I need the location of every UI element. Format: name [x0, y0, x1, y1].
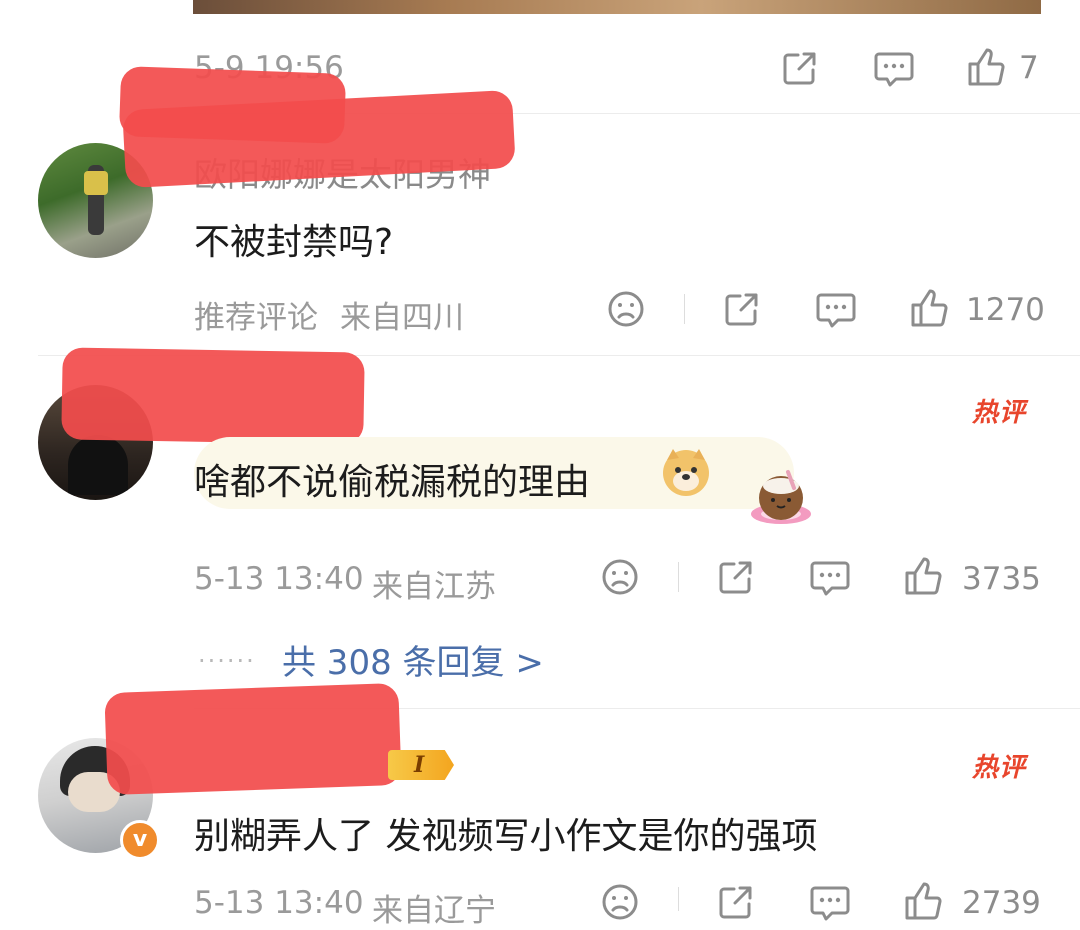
like-icon[interactable] [909, 287, 949, 329]
like-count: 3735 [962, 561, 1041, 597]
action-separator [684, 294, 685, 324]
comment-location: 来自辽宁 [372, 893, 496, 929]
share-icon[interactable] [780, 48, 820, 88]
like-count: 2739 [962, 885, 1041, 921]
share-icon[interactable] [722, 289, 762, 329]
comment-icon[interactable] [809, 882, 851, 922]
like-icon[interactable] [903, 555, 943, 597]
share-icon[interactable] [716, 557, 756, 597]
comment-text: 别糊弄人了 发视频写小作文是你的强项 [194, 816, 818, 857]
verified-v-icon: v [120, 820, 160, 860]
level-badge-icon: I [388, 750, 454, 780]
level-badge-label: I [414, 752, 425, 778]
comment-text: 啥都不说偷税漏税的理由 [194, 462, 591, 503]
post-image-strip[interactable] [193, 0, 1041, 14]
redaction-mark [118, 66, 347, 144]
like-count: 7 [1019, 50, 1039, 86]
comment-location: 来自江苏 [372, 569, 496, 605]
coconut-emoji-icon [748, 468, 814, 528]
comment-icon[interactable] [815, 289, 857, 329]
action-separator [678, 562, 679, 592]
comment-timestamp: 5-13 13:40 [194, 885, 364, 921]
action-separator [678, 887, 679, 911]
comment-icon[interactable] [809, 557, 851, 597]
hot-comment-label: 热评 [972, 398, 1027, 428]
comment-text: 不被封禁吗? [194, 222, 394, 263]
comment-tag: 推荐评论 [194, 300, 318, 336]
doge-emoji-icon [660, 446, 712, 498]
sad-face-icon[interactable] [600, 882, 640, 922]
hot-comment-label: 热评 [972, 753, 1027, 783]
view-replies-link[interactable]: 共 308 条回复 > [282, 635, 544, 684]
redaction-mark [104, 682, 402, 796]
sad-face-icon[interactable] [600, 557, 640, 597]
reply-dots: ...... [198, 640, 256, 668]
sad-face-icon[interactable] [606, 289, 646, 329]
share-icon[interactable] [716, 882, 756, 922]
like-icon[interactable] [903, 880, 943, 922]
like-count: 1270 [966, 292, 1045, 328]
comment-icon[interactable] [873, 48, 915, 88]
comment-location: 来自四川 [340, 300, 464, 336]
comment-timestamp: 5-13 13:40 [194, 561, 364, 597]
redaction-mark [61, 347, 365, 445]
like-icon[interactable] [966, 46, 1006, 88]
